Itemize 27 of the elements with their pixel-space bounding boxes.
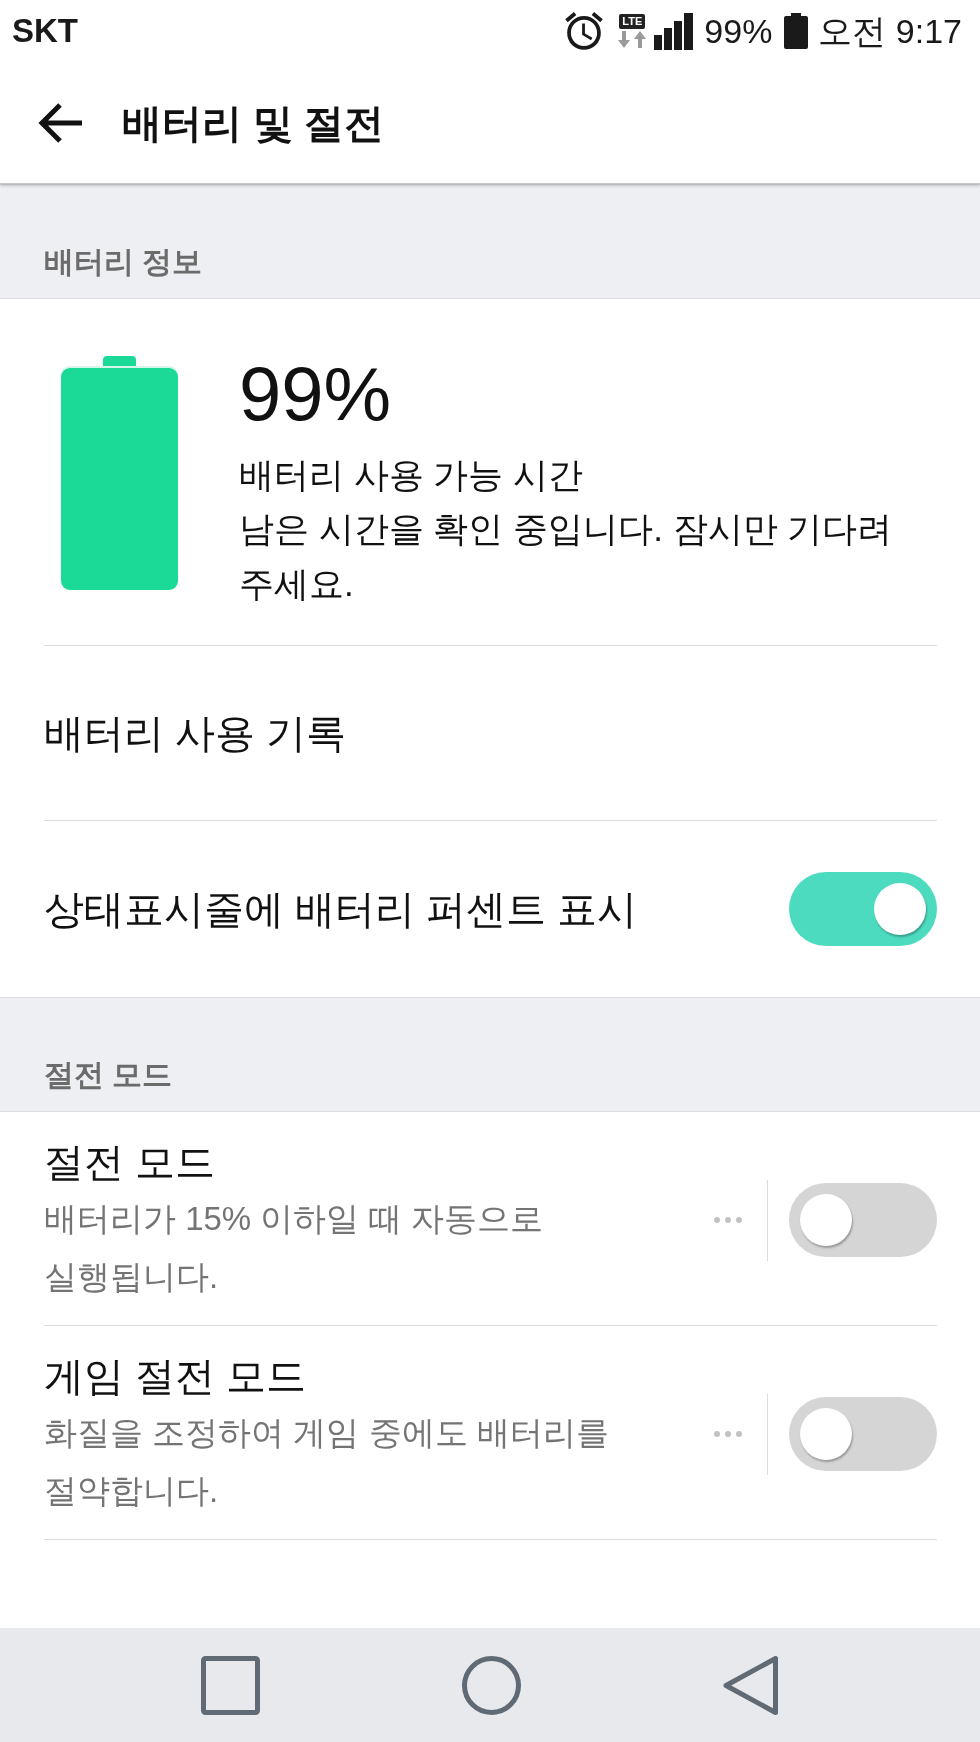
back-arrow-icon[interactable] [37,101,83,144]
triangle-back-icon[interactable] [723,1655,778,1715]
circle-home-icon[interactable] [462,1655,521,1715]
alarm-clock-icon [565,12,604,50]
setting-title[interactable]: 배터리 사용 기록 [44,705,347,761]
setting-title: 게임 절전 모드 [44,1353,308,1400]
setting-title: 절전 모드 [44,1139,217,1186]
setting-description: 배터리가 15% 이하일 때 자동으로 실행됩니다. [44,1199,544,1297]
more-icon[interactable] [714,1217,742,1223]
signal-bars-icon [654,12,694,50]
data-arrows-icon [618,31,647,48]
battery-terminal [103,356,136,366]
section-title: 배터리 정보 [44,244,203,280]
setting-title: 상태표시줄에 배터리 퍼센트 표시 [44,886,639,933]
battery-time-label: 배터리 사용 가능 시간 [239,454,585,496]
square-recents-icon[interactable] [201,1655,260,1715]
screen-title: 배터리 및 절전 [122,99,385,147]
more-icon[interactable] [714,1431,742,1437]
battery-percent-text: 99% [704,11,773,51]
carrier-name: SKT [12,11,78,51]
network-type-indicator: LTE [619,14,646,29]
section-title: 절전 모드 [44,1057,173,1093]
battery-icon [784,13,809,49]
setting-description: 화질을 조정하여 게임 중에도 배터리를 절약합니다. [44,1413,610,1511]
clock-time: 오전 9:17 [818,11,962,51]
battery-time-status: 남은 시간을 확인 중입니다. 잠시만 기다려 주세요. [239,508,894,605]
battery-percentage: 99% [239,356,393,432]
